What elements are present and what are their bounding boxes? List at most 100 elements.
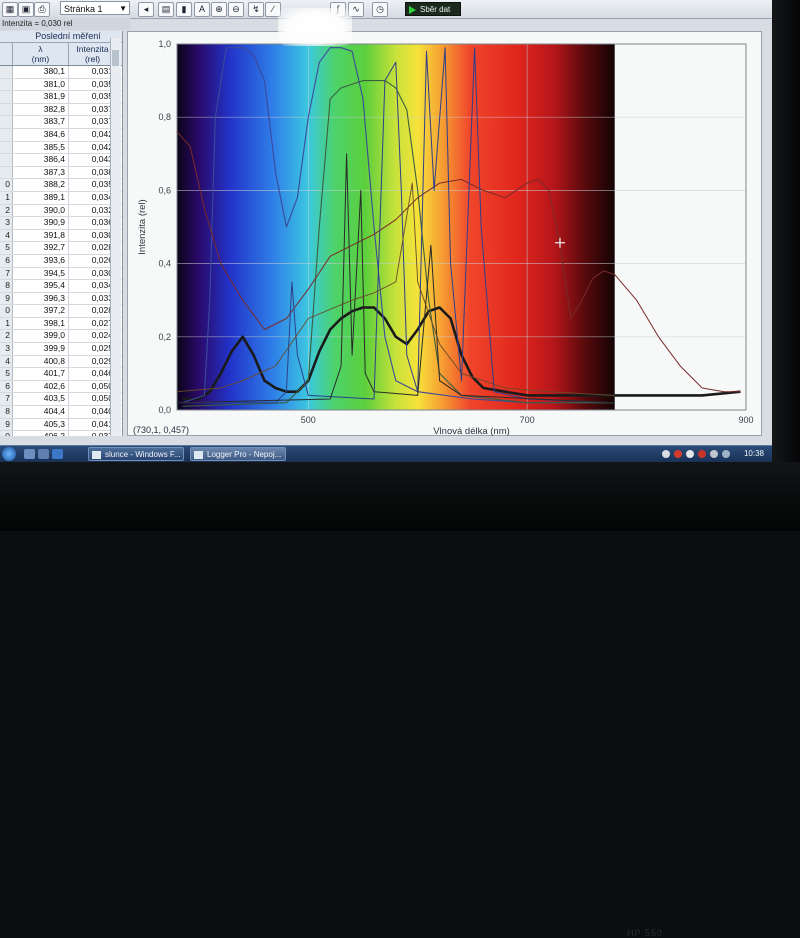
wavelength-cell: 401,7 xyxy=(13,368,69,380)
explorer-icon[interactable] xyxy=(38,449,49,459)
intensity-cell: 0,034 xyxy=(91,280,113,291)
table-row[interactable]: 7 403,5 0,050 xyxy=(0,393,122,407)
row-index: 0 xyxy=(0,179,13,191)
spectrum-band xyxy=(177,44,615,410)
table-row[interactable]: 385,5 0,042 xyxy=(0,141,122,155)
wavelength-cell: 395,4 xyxy=(13,280,69,292)
wavelength-cell: 390,9 xyxy=(13,217,69,229)
intensity-cell: 0,034 xyxy=(91,191,113,202)
table-row[interactable]: 381,0 0,035 xyxy=(0,78,122,92)
intensity-cell: 0,037 xyxy=(91,116,113,127)
row-index: 1 xyxy=(0,317,13,330)
page-prev-icon[interactable]: ◂ xyxy=(138,2,154,17)
tray-power-icon[interactable] xyxy=(722,450,730,458)
wavelength-cell: 386,4 xyxy=(13,154,69,166)
table-body: 380,1 0,031 381,0 0,035 381,9 0,035 382,8 0,037… xyxy=(0,66,122,436)
table-row[interactable]: 1 389,1 0,034 xyxy=(0,191,122,205)
intensity-cell: 0,032 xyxy=(91,204,113,215)
table-scrollbar[interactable] xyxy=(110,38,121,436)
text-icon[interactable]: A xyxy=(194,2,210,17)
intensity-cell: 0,042 xyxy=(91,141,113,152)
table-row[interactable]: 384,6 0,042 xyxy=(0,128,122,142)
table-icon[interactable]: ▤ xyxy=(158,2,174,17)
zoom-in-icon[interactable]: ⊕ xyxy=(211,2,227,17)
table-row[interactable]: 2 390,0 0,032 xyxy=(0,204,122,218)
table-row[interactable]: 4 391,8 0,030 xyxy=(0,229,122,243)
zoom-out-icon[interactable]: ⊖ xyxy=(228,2,244,17)
row-index xyxy=(0,141,13,154)
table-row[interactable]: 5 392,7 0,028 xyxy=(0,242,122,255)
scrollbar-thumb[interactable] xyxy=(112,50,119,66)
wavelength-cell: 394,5 xyxy=(13,267,69,280)
row-index xyxy=(0,103,13,116)
wavelength-header[interactable]: λ (nm) xyxy=(13,43,69,65)
table-row[interactable]: 0 397,2 0,028 xyxy=(0,305,122,318)
desktop-icon[interactable] xyxy=(24,449,35,459)
tray-arrow-icon[interactable] xyxy=(662,450,670,458)
ie-icon[interactable] xyxy=(52,449,63,459)
row-index: 9 xyxy=(0,418,13,431)
examine-icon[interactable]: ↯ xyxy=(248,2,264,17)
table-row[interactable]: 383,7 0,037 xyxy=(0,116,122,129)
table-row[interactable]: 2 399,0 0,024 xyxy=(0,330,122,344)
row-index xyxy=(0,78,13,91)
wavelength-cell: 396,3 xyxy=(13,292,69,305)
battery-icon[interactable]: ▮ xyxy=(176,2,192,17)
page-select[interactable]: Stránka 1 ▼ xyxy=(60,1,130,15)
tray-shield-icon[interactable] xyxy=(698,450,706,458)
table-row[interactable]: 4 400,8 0,029 xyxy=(0,355,122,369)
y-tick-label: 0,2 xyxy=(158,332,171,342)
table-row[interactable]: 1 398,1 0,027 xyxy=(0,317,122,331)
status-line: Intenzita = 0,030 rel xyxy=(0,18,130,30)
task-slunce[interactable]: slunce - Windows F... xyxy=(88,447,184,461)
table-header: Poslední měření λ (nm) Intenzita (rel) xyxy=(0,31,122,66)
wavelength-cell: 382,8 xyxy=(13,103,69,116)
chevron-down-icon: ▼ xyxy=(119,4,127,13)
y-tick-label: 0,8 xyxy=(158,112,171,122)
task-loggerpro[interactable]: Logger Pro - Nepoj... xyxy=(190,447,286,461)
clock-icon[interactable]: ◷ xyxy=(372,2,388,17)
folder-icon xyxy=(92,451,101,459)
table-row[interactable]: 0 388,2 0,035 xyxy=(0,179,122,192)
tray-volume-icon[interactable] xyxy=(710,450,718,458)
intensity-header[interactable]: Intenzita (rel) xyxy=(69,43,116,65)
table-row[interactable]: 6 393,6 0,026 xyxy=(0,254,122,268)
table-row[interactable]: 386,4 0,043 xyxy=(0,154,122,167)
start-button[interactable] xyxy=(2,447,16,461)
row-index: 1 xyxy=(0,191,13,204)
table-row[interactable]: 9 405,3 0,041 xyxy=(0,418,122,432)
table-row[interactable]: 7 394,5 0,030 xyxy=(0,267,122,281)
table-row[interactable]: 8 395,4 0,034 xyxy=(0,280,122,293)
save-icon[interactable]: ▣ xyxy=(18,2,34,17)
table-row[interactable]: 5 401,7 0,046 xyxy=(0,368,122,381)
wavelength-unit: (nm) xyxy=(31,54,50,64)
tray-network-icon[interactable] xyxy=(686,450,694,458)
table-row[interactable]: 3 399,9 0,025 xyxy=(0,343,122,356)
print-icon[interactable]: ⎙ xyxy=(34,2,50,17)
table-row[interactable]: 0406,20,037 xyxy=(0,431,122,436)
table-row[interactable]: 6 402,6 0,050 xyxy=(0,380,122,394)
table-row[interactable]: 3 390,9 0,036 xyxy=(0,217,122,230)
spectrum-chart[interactable]: 0,0 0,2 0,4 0,6 0,8 1,0 500 700 900 Vlnová délka … xyxy=(128,32,763,437)
open-icon[interactable]: ▦ xyxy=(2,2,18,17)
row-index: 7 xyxy=(0,393,13,406)
coordinate-readout: (730,1, 0,457) xyxy=(133,425,190,435)
table-row[interactable]: 382,8 0,037 xyxy=(0,103,122,117)
x-axis-label: Vlnová délka (nm) xyxy=(433,426,510,437)
row-index: 4 xyxy=(0,229,13,242)
clock[interactable]: 10:38 xyxy=(744,447,764,461)
table-row[interactable]: 9 396,3 0,033 xyxy=(0,292,122,306)
tray-antivirus-icon[interactable] xyxy=(674,450,682,458)
collect-button[interactable]: Sběr dat xyxy=(405,2,461,16)
graph-panel[interactable]: 0,0 0,2 0,4 0,6 0,8 1,0 500 700 900 Vlnová délka … xyxy=(127,31,763,437)
row-index: 5 xyxy=(0,368,13,380)
screen: ▦ ▣ ⎙ Stránka 1 ▼ ◂ ▤ ▮ A ⊕ ⊖ ↯ ∕ ∫ ∿ ◷ … xyxy=(0,0,772,462)
table-row[interactable]: 8 404,4 0,040 xyxy=(0,406,122,419)
intensity-cell: 0,038 xyxy=(91,166,113,177)
data-table[interactable]: Poslední měření λ (nm) Intenzita (rel) 3… xyxy=(0,31,123,436)
table-row[interactable]: 387,3 0,038 xyxy=(0,166,122,180)
table-row[interactable]: 380,1 0,031 xyxy=(0,66,122,79)
intensity-cell: 0,029 xyxy=(91,355,113,366)
index-header xyxy=(0,43,13,65)
table-row[interactable]: 381,9 0,035 xyxy=(0,91,122,104)
